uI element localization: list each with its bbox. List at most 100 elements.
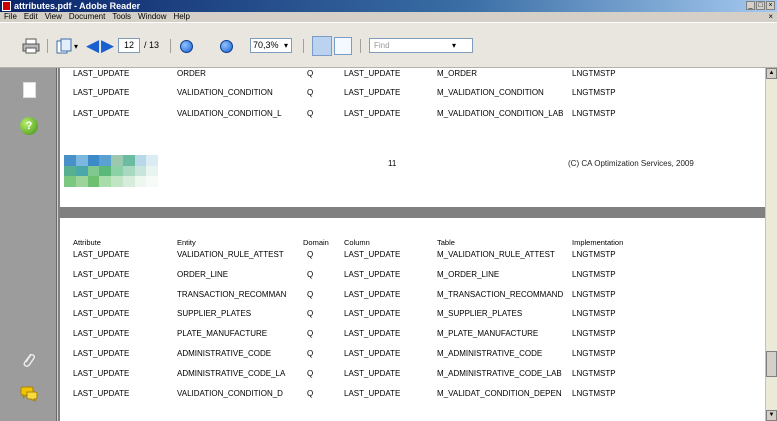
- scroll-down-button[interactable]: ▼: [766, 410, 777, 421]
- close-button[interactable]: ×: [766, 1, 775, 10]
- attribute-cell: LAST_UPDATE: [73, 88, 130, 97]
- attachment-icon[interactable]: [19, 350, 39, 370]
- attribute-cell: LAST_UPDATE: [73, 109, 130, 118]
- logo-tile: [87, 165, 100, 177]
- implementation-cell: LNGTMSTP: [572, 349, 616, 358]
- logo-tile: [134, 165, 147, 177]
- table-row: LAST_UPDATE VALIDATION_CONDITION_L Q LAS…: [60, 108, 765, 120]
- table-cell: M_ADMINISTRATIVE_CODE_LAB: [437, 368, 562, 378]
- column-cell: LAST_UPDATE: [344, 309, 401, 319]
- table-cell: M_TRANSACTION_RECOMMAND: [437, 289, 564, 299]
- domain-cell: Q: [307, 250, 314, 259]
- find-input[interactable]: Find: [369, 38, 473, 53]
- scroll-thumb[interactable]: [766, 351, 777, 377]
- logo-tile: [64, 155, 76, 166]
- entity-cell: ORDER_LINE: [177, 269, 229, 279]
- entity-cell: VALIDATION_RULE_ATTEST: [177, 250, 284, 259]
- entity-cell: VALIDATION_CONDITION_L: [177, 109, 282, 118]
- close-document-icon[interactable]: ×: [768, 12, 773, 22]
- vertical-scrollbar[interactable]: ▲ ▼: [765, 68, 777, 421]
- window-controls: _ □ ×: [746, 1, 775, 10]
- toolbar-separator: [303, 39, 304, 53]
- logo-tile: [75, 165, 88, 177]
- toolbar-separator: [360, 39, 361, 53]
- zoom-out-icon[interactable]: [180, 37, 193, 55]
- logo-tile: [146, 176, 158, 187]
- attribute-cell: LAST_UPDATE: [73, 289, 130, 299]
- chevron-down-icon[interactable]: ▾: [284, 38, 288, 53]
- logo-tile: [146, 165, 158, 177]
- implementation-cell: LNGTMSTP: [572, 329, 616, 339]
- logo-tile: [75, 176, 88, 187]
- column-cell: LAST_UPDATE: [344, 368, 401, 378]
- logo-tile: [87, 155, 100, 166]
- scroll-up-button[interactable]: ▲: [766, 68, 777, 79]
- menu-document[interactable]: Document: [69, 12, 105, 22]
- chevron-down-icon[interactable]: ▾: [74, 37, 78, 55]
- table-row: LAST_UPDATE ADMINISTRATIVE_CODE_LA Q LAST_U…: [60, 368, 765, 380]
- implementation-cell: LNGTMSTP: [572, 69, 616, 78]
- logo-tile: [146, 155, 158, 166]
- print-icon[interactable]: [22, 37, 40, 55]
- next-page-icon[interactable]: ▶: [101, 36, 114, 55]
- implementation-cell: LNGTMSTP: [572, 88, 616, 97]
- logo-tile: [134, 155, 147, 166]
- domain-cell: Q: [307, 329, 314, 339]
- pages-icon[interactable]: [56, 37, 74, 55]
- entity-cell: VALIDATION_CONDITION: [177, 88, 273, 97]
- entity-cell: SUPPLIER_PLATES: [177, 309, 252, 319]
- copyright-footer: (C) CA Optimization Services, 2009: [568, 159, 694, 168]
- column-cell: LAST_UPDATE: [344, 88, 401, 97]
- attribute-cell: LAST_UPDATE: [73, 329, 130, 339]
- toolbar-separator: [170, 39, 171, 53]
- entity-cell: TRANSACTION_RECOMMAN: [177, 289, 287, 299]
- logo-tile: [99, 155, 111, 166]
- domain-cell: Q: [307, 349, 314, 358]
- attribute-cell: LAST_UPDATE: [73, 269, 130, 279]
- maximize-button[interactable]: □: [756, 1, 765, 10]
- table-row: LAST_UPDATE VALIDATION_RULE_ATTEST Q LAST_U…: [60, 249, 765, 261]
- table-cell: M_VALIDATION_CONDITION_LAB: [437, 109, 564, 118]
- menu-window[interactable]: Window: [138, 12, 166, 22]
- table-row: LAST_UPDATE SUPPLIER_PLATES Q LAST_UPDATE M_…: [60, 308, 765, 320]
- menu-help[interactable]: Help: [174, 12, 190, 22]
- logo-tile: [64, 165, 76, 177]
- logo-tile: [87, 176, 100, 187]
- comments-icon[interactable]: [19, 384, 39, 404]
- pdf-page: LAST_UPDATE ORDER Q LAST_UPDATE M_ORDER …: [60, 68, 765, 207]
- table-row: LAST_UPDATE ORDER Q LAST_UPDATE M_ORDER …: [60, 68, 765, 80]
- page-number-input[interactable]: 12: [118, 38, 140, 53]
- implementation-cell: LNGTMSTP: [572, 269, 616, 279]
- menu-tools[interactable]: Tools: [112, 12, 131, 22]
- header-column: Column: [344, 238, 370, 247]
- help-icon[interactable]: ?: [19, 116, 39, 136]
- previous-page-icon[interactable]: ◀: [86, 36, 99, 55]
- menu-file[interactable]: File: [4, 12, 17, 22]
- table-cell: M_PLATE_MANUFACTURE: [437, 329, 539, 339]
- table-cell: M_VALIDAT_CONDITION_DEPEN: [437, 388, 562, 398]
- fit-width-icon[interactable]: [334, 37, 352, 55]
- pages-panel-icon[interactable]: [19, 80, 39, 100]
- menu-view[interactable]: View: [45, 12, 62, 22]
- table-row: LAST_UPDATE VALIDATION_CONDITION Q LAST_…: [60, 87, 765, 99]
- table-cell: M_SUPPLIER_PLATES: [437, 309, 523, 319]
- attribute-cell: LAST_UPDATE: [73, 368, 130, 378]
- menu-edit[interactable]: Edit: [24, 12, 38, 22]
- zoom-in-icon[interactable]: [220, 37, 233, 55]
- chevron-down-icon[interactable]: ▾: [452, 38, 456, 53]
- logo-tile: [75, 155, 88, 166]
- minimize-button[interactable]: _: [746, 1, 755, 10]
- document-view[interactable]: LAST_UPDATE ORDER Q LAST_UPDATE M_ORDER …: [58, 68, 765, 421]
- logo-tile: [122, 155, 135, 166]
- toolbar: ▾ ◀ ▶ 12 / 13 70,3% ▾ Find ▾: [0, 22, 777, 68]
- attribute-cell: LAST_UPDATE: [73, 69, 130, 78]
- attribute-cell: LAST_UPDATE: [73, 250, 130, 259]
- domain-cell: Q: [307, 309, 314, 319]
- header-implementation: Implementation: [572, 238, 624, 247]
- fit-page-icon[interactable]: [312, 36, 332, 56]
- table-cell: M_VALIDATION_CONDITION: [437, 88, 544, 97]
- table-cell: M_ADMINISTRATIVE_CODE: [437, 349, 543, 358]
- domain-cell: Q: [307, 109, 314, 118]
- table-header: Attribute Entity Domain Column Table Imp…: [60, 237, 765, 249]
- implementation-cell: LNGTMSTP: [572, 368, 616, 378]
